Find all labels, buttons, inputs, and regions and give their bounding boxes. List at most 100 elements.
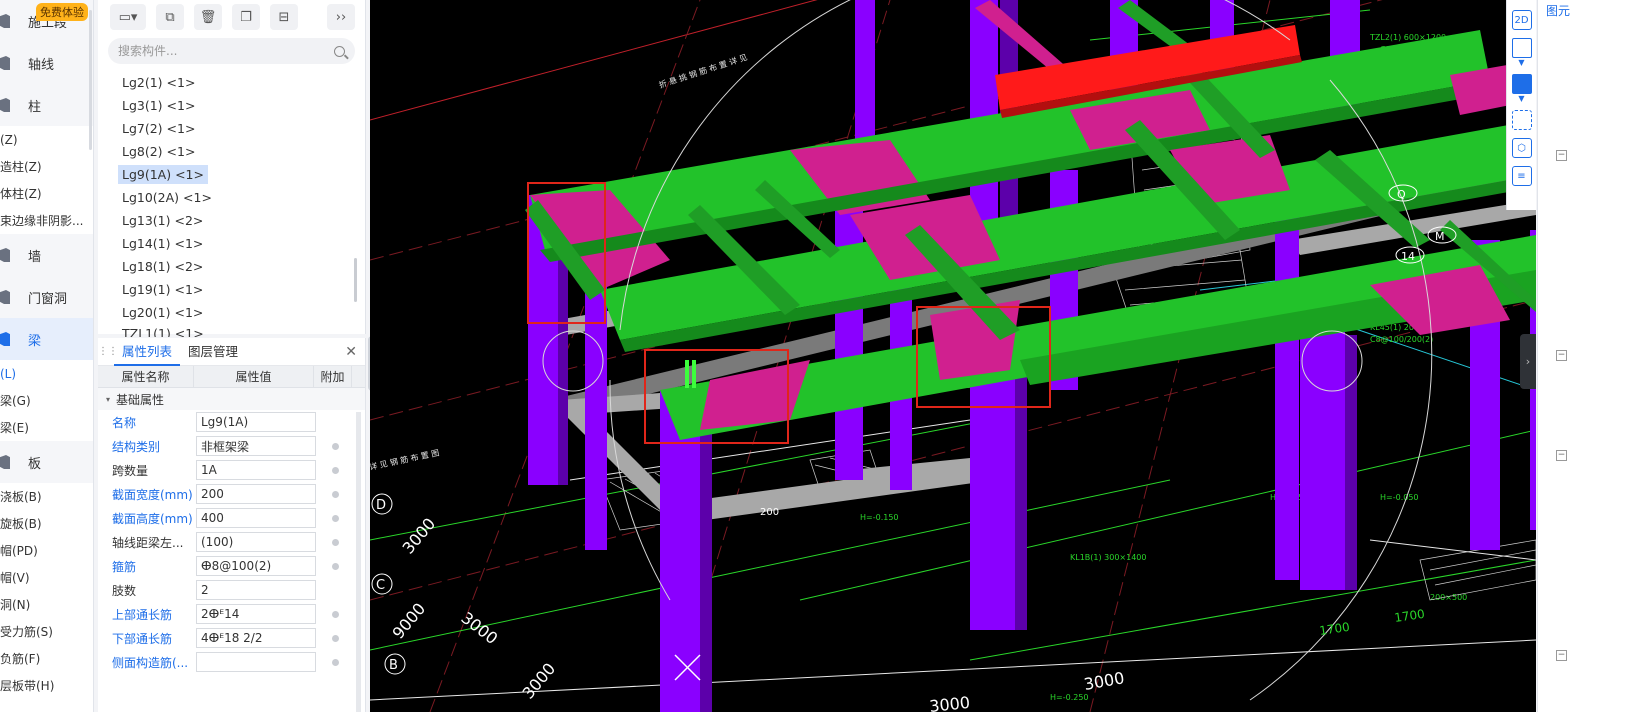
nav-item[interactable]: 板洞(N) <box>0 591 93 618</box>
solid-view-icon[interactable] <box>1511 74 1532 94</box>
chevron-down-icon[interactable]: ▼ <box>1518 59 1524 67</box>
component-list-scrollbar[interactable] <box>354 258 357 302</box>
dimension-label: 3000 <box>928 693 970 712</box>
property-extra[interactable] <box>316 562 354 570</box>
layer-settings-icon[interactable]: ≡ <box>1511 166 1532 186</box>
property-value-field[interactable]: 400 <box>196 508 316 528</box>
property-scrollbar[interactable] <box>356 412 361 712</box>
copy-component-button[interactable]: ⧉ <box>156 4 184 30</box>
property-value-field[interactable]: 4ⴲᴱ18 2/2 <box>196 628 316 648</box>
property-value-field[interactable]: 200 <box>196 484 316 504</box>
property-value-field[interactable]: ⴲ8@100(2) <box>196 556 316 576</box>
extra-checkbox-icon[interactable] <box>331 610 339 618</box>
collapse-right-panel-button[interactable]: › <box>1520 334 1536 389</box>
component-list-item[interactable]: Lg20(1) <1> <box>118 301 365 324</box>
component-list-item[interactable]: Lg2(1) <1> <box>118 71 365 94</box>
property-group-basic[interactable]: ▾ 基础属性 <box>98 388 365 410</box>
property-extra[interactable] <box>316 610 354 618</box>
2d-icon[interactable]: 2D <box>1511 10 1532 30</box>
trial-badge[interactable]: 免费体验 <box>36 3 88 21</box>
3d-box-icon[interactable]: ⬡ <box>1511 138 1532 158</box>
nav-item[interactable]: 板负筋(F) <box>0 645 93 672</box>
component-list-item[interactable]: Lg9(1A) <1> <box>118 163 365 186</box>
category-icon <box>0 14 10 28</box>
nav-category[interactable]: 门窗洞 <box>0 276 93 318</box>
model-canvas[interactable]: 折 悬 挑 钢 筋 布 置 详 见 详 见 钢 筋 布 置 图 TZL2(1) … <box>370 0 1536 712</box>
extra-checkbox-icon[interactable] <box>331 538 339 546</box>
property-extra[interactable] <box>316 442 354 450</box>
nav-item[interactable]: 柱帽(PD) <box>0 537 93 564</box>
component-list-item[interactable]: Lg18(1) <2> <box>118 255 365 278</box>
right-panel-title[interactable]: 图元 <box>1546 2 1570 19</box>
nav-category[interactable]: 梁 <box>0 318 93 360</box>
collapse-section-icon[interactable]: − <box>1556 150 1567 161</box>
component-search[interactable] <box>108 38 355 64</box>
extra-checkbox-icon[interactable] <box>331 634 339 642</box>
nav-scrollbar[interactable] <box>89 10 92 150</box>
component-list-item[interactable]: Lg13(1) <2> <box>118 209 365 232</box>
collapse-triangle-icon[interactable]: ▾ <box>106 395 110 404</box>
nav-item[interactable]: 板帽(V) <box>0 564 93 591</box>
property-value-field[interactable]: 2ⴲᴱ14 <box>196 604 316 624</box>
component-list-item[interactable]: Lg14(1) <1> <box>118 232 365 255</box>
property-value-field[interactable]: 1A <box>196 460 316 480</box>
nav-item[interactable]: 约束边缘非阴影... <box>0 207 93 234</box>
component-list-item[interactable]: TZL1(1) <1> <box>118 324 365 337</box>
more-tools-button[interactable]: ›› <box>327 4 355 30</box>
collapse-section-icon[interactable]: − <box>1556 650 1567 661</box>
collapse-section-icon[interactable]: − <box>1556 350 1567 361</box>
extra-checkbox-icon[interactable] <box>331 562 339 570</box>
nav-item[interactable]: 连梁(G) <box>0 387 93 414</box>
import-component-button[interactable]: ⊟ <box>270 4 298 30</box>
component-list-item[interactable]: Lg7(2) <1> <box>118 117 365 140</box>
duplicate-icon: ❐ <box>240 9 252 25</box>
new-component-button[interactable]: ▭▾ <box>110 4 146 30</box>
component-list-item[interactable]: Lg8(2) <1> <box>118 140 365 163</box>
component-list-item[interactable]: Lg3(1) <1> <box>118 94 365 117</box>
nav-category[interactable]: 墙 <box>0 234 93 276</box>
property-extra[interactable] <box>316 634 354 642</box>
collapse-section-icon[interactable]: − <box>1556 450 1567 461</box>
3d-viewport[interactable]: 折 悬 挑 钢 筋 布 置 详 见 详 见 钢 筋 布 置 图 TZL2(1) … <box>370 0 1536 712</box>
nav-category[interactable]: 柱 <box>0 84 93 126</box>
property-extra[interactable] <box>316 658 354 666</box>
nav-item[interactable]: 楼层板带(H) <box>0 672 93 699</box>
property-value-field[interactable]: 2 <box>196 580 316 600</box>
nav-item[interactable]: 现浇板(B) <box>0 483 93 510</box>
component-list-item[interactable]: Lg10(2A) <1> <box>118 186 365 209</box>
search-input[interactable] <box>118 44 318 58</box>
nav-item[interactable]: 砌体柱(Z) <box>0 180 93 207</box>
close-icon[interactable]: ✕ <box>345 344 357 360</box>
extra-checkbox-icon[interactable] <box>331 490 339 498</box>
extra-checkbox-icon[interactable] <box>331 514 339 522</box>
nav-item[interactable]: 梁(L) <box>0 360 93 387</box>
extra-checkbox-icon[interactable] <box>331 658 339 666</box>
property-extra[interactable] <box>316 514 354 522</box>
nav-item[interactable]: 螺旋板(B) <box>0 510 93 537</box>
property-value-field[interactable]: 非框架梁 <box>196 436 316 456</box>
extra-checkbox-icon[interactable] <box>331 442 339 450</box>
nav-item[interactable]: 柱(Z) <box>0 126 93 153</box>
nav-category[interactable]: 轴线 <box>0 42 93 84</box>
delete-component-button[interactable]: 🗑︎ <box>194 4 222 30</box>
component-list-item[interactable]: Lg19(1) <1> <box>118 278 365 301</box>
duplicate-component-button[interactable]: ❐ <box>232 4 260 30</box>
property-value-field[interactable] <box>196 652 316 672</box>
nav-category[interactable]: 板 <box>0 441 93 483</box>
chevron-down-icon[interactable]: ▼ <box>1518 95 1524 103</box>
property-extra[interactable] <box>316 490 354 498</box>
nav-item[interactable]: 板受力筋(S) <box>0 618 93 645</box>
property-value-field[interactable]: (100) <box>196 532 316 552</box>
property-value-field[interactable]: Lg9(1A) <box>196 412 316 432</box>
property-extra[interactable] <box>316 538 354 546</box>
search-icon[interactable] <box>334 45 345 57</box>
drag-handle-icon[interactable]: ⋮⋮ <box>98 346 118 357</box>
tab-property-list[interactable]: 属性列表 <box>114 338 181 366</box>
nav-item[interactable]: 圈梁(E) <box>0 414 93 441</box>
nav-item[interactable]: 构造柱(Z) <box>0 153 93 180</box>
extra-checkbox-icon[interactable] <box>331 466 339 474</box>
property-extra[interactable] <box>316 466 354 474</box>
3d-view-icon[interactable] <box>1511 38 1532 58</box>
fit-view-icon[interactable] <box>1511 110 1532 130</box>
tab-layer-management[interactable]: 图层管理 <box>180 338 246 366</box>
